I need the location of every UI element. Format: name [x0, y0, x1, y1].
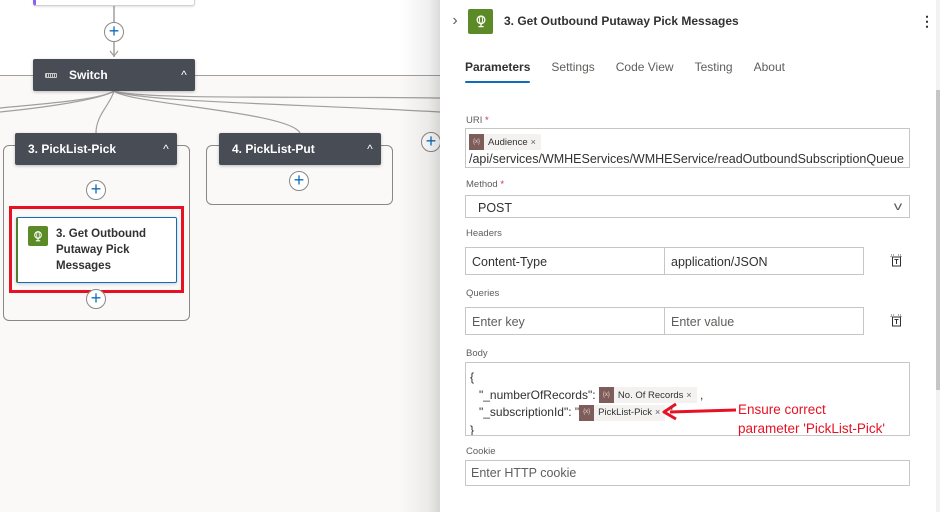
- body-open-brace: {: [470, 370, 475, 384]
- case-label: 4. PickList-Put: [232, 142, 315, 156]
- picklist-pick-token[interactable]: {x} PickList-Pick ×: [579, 404, 666, 422]
- query-value-field[interactable]: Enter value: [664, 307, 864, 335]
- switch-icon: [45, 72, 57, 78]
- action-card-get-outbound-putaway-pick-messages[interactable]: 3. Get Outbound Putaway Pick Messages: [16, 217, 177, 283]
- annotation-arrow-icon: [662, 402, 737, 421]
- tab-code-view[interactable]: Code View: [616, 60, 674, 83]
- annotation-line-1: Ensure correct: [738, 402, 826, 417]
- tab-about[interactable]: About: [754, 60, 785, 83]
- chevron-down-icon: v: [893, 199, 903, 213]
- panel-scrollbar[interactable]: [936, 0, 940, 512]
- more-options-icon[interactable]: ⋮: [920, 14, 934, 28]
- parameter-icon: {x}: [579, 404, 595, 421]
- previous-action-card[interactable]: [33, 0, 195, 6]
- method-label: Method *: [466, 179, 505, 190]
- case-picklist-put[interactable]: 4. PickList-Put ^: [219, 133, 381, 165]
- uri-text: /api/services/WMHEServices/WMHEService/r…: [469, 152, 904, 166]
- switch-label: Switch: [69, 68, 108, 82]
- scrollbar-thumb[interactable]: [936, 90, 940, 390]
- chevron-up-icon[interactable]: ^: [173, 68, 195, 82]
- uri-label: URI *: [466, 115, 489, 126]
- header-value-field[interactable]: application/JSON: [664, 247, 864, 275]
- add-step-button[interactable]: +: [86, 289, 106, 309]
- annotation-note: Ensure correct parameter 'PickList-Pick': [738, 400, 885, 438]
- delete-query-icon[interactable]: [889, 313, 903, 327]
- tab-parameters[interactable]: Parameters: [465, 60, 531, 83]
- remove-token-icon[interactable]: ×: [531, 137, 536, 147]
- annotation-line-2: parameter 'PickList-Pick': [738, 421, 885, 436]
- case-label: 3. PickList-Pick: [28, 142, 117, 156]
- add-step-button[interactable]: +: [289, 171, 309, 191]
- collapse-panel-chevron-icon[interactable]: ›: [442, 12, 468, 30]
- globe-icon: [28, 226, 48, 246]
- add-step-button[interactable]: +: [104, 22, 124, 42]
- header-key-field[interactable]: Content-Type: [465, 247, 665, 275]
- panel-header: › 3. Get Outbound Putaway Pick Messages …: [440, 0, 936, 42]
- headers-label: Headers: [466, 228, 502, 239]
- delete-header-icon[interactable]: [889, 253, 903, 267]
- switch-node[interactable]: Switch ^: [33, 59, 195, 91]
- tab-settings[interactable]: Settings: [551, 60, 594, 83]
- uri-field[interactable]: {x} Audience × /api/services/WMHEService…: [465, 128, 910, 168]
- tab-testing[interactable]: Testing: [695, 60, 733, 83]
- token-label: PickList-Pick: [598, 407, 653, 419]
- body-label: Body: [466, 348, 488, 359]
- token-label: Audience: [488, 136, 528, 148]
- cookie-field[interactable]: Enter HTTP cookie: [465, 460, 910, 486]
- audience-token[interactable]: {x} Audience ×: [469, 134, 541, 150]
- cookie-label: Cookie: [466, 446, 496, 457]
- panel-title[interactable]: 3. Get Outbound Putaway Pick Messages: [504, 14, 920, 28]
- add-case-button[interactable]: +: [421, 132, 440, 152]
- case-picklist-pick[interactable]: 3. PickList-Pick ^: [15, 133, 177, 165]
- remove-token-icon[interactable]: ×: [655, 404, 660, 422]
- query-key-field[interactable]: Enter key: [465, 307, 665, 335]
- chevron-up-icon[interactable]: ^: [359, 142, 381, 156]
- parameter-icon: {x}: [469, 134, 484, 150]
- panel-tabs: Parameters Settings Code View Testing Ab…: [465, 60, 806, 83]
- designer-canvas: + Switch ^ 3. PickList-Pick ^ 4. PickLis…: [0, 0, 440, 512]
- chevron-up-icon[interactable]: ^: [155, 142, 177, 156]
- action-title: 3. Get Outbound Putaway Pick Messages: [56, 228, 147, 272]
- globe-icon: [468, 8, 493, 34]
- method-dropdown[interactable]: POST v: [465, 195, 910, 218]
- add-step-button[interactable]: +: [86, 180, 106, 200]
- method-value: POST: [478, 201, 513, 215]
- queries-label: Queries: [466, 288, 500, 299]
- parameter-icon: {x}: [598, 387, 614, 404]
